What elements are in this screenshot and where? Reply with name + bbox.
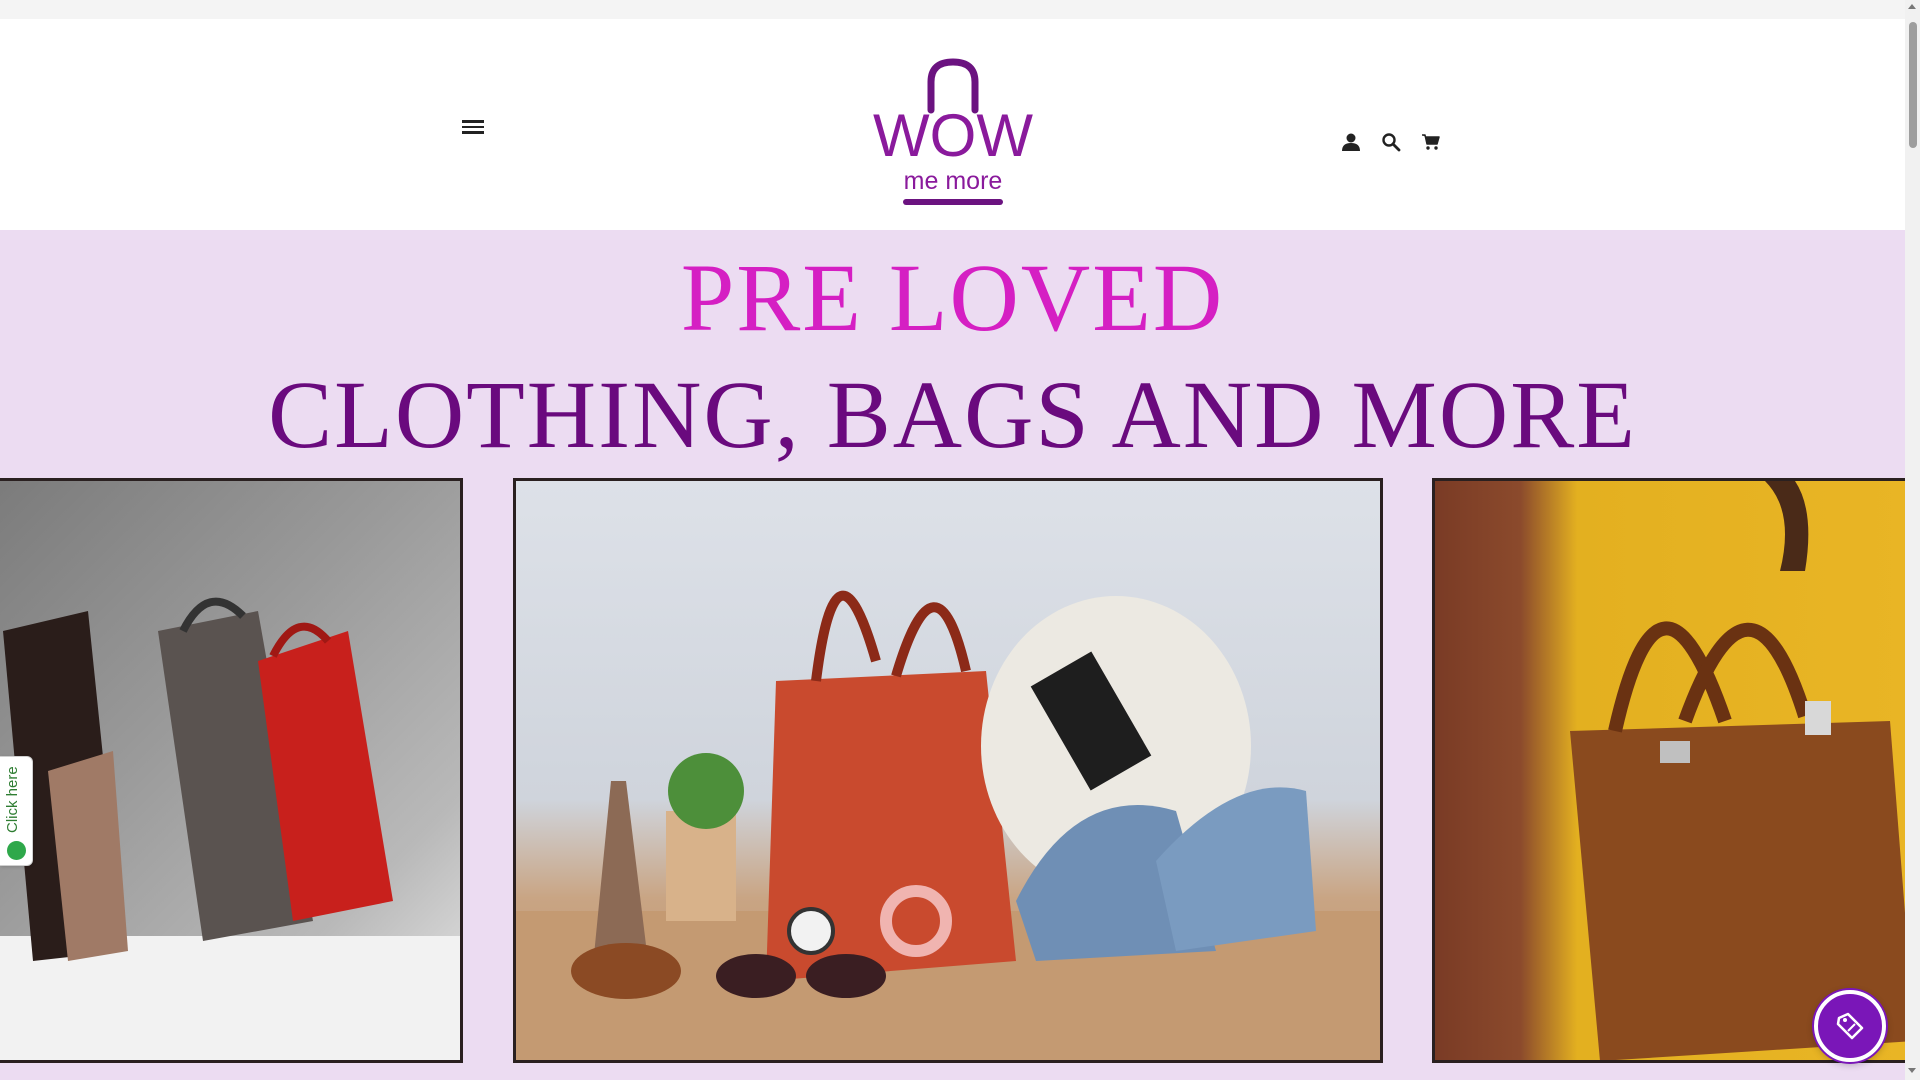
- scroll-down-arrow[interactable]: [1908, 1068, 1916, 1073]
- hero-title-line1: PRE LOVED: [680, 244, 1225, 351]
- whatsapp-label: Click here: [4, 766, 21, 833]
- hero-photo-suede-handbag: [1432, 478, 1905, 1063]
- whatsapp-icon: [7, 841, 26, 860]
- hero-title-line2: CLOTHING, BAGS AND MORE: [268, 361, 1637, 468]
- hero-photo-accessories: [513, 478, 1383, 1063]
- hero-photo-handbags-shelf: [0, 478, 463, 1063]
- site-logo[interactable]: WOW me more: [873, 54, 1033, 209]
- cart-icon[interactable]: [1420, 131, 1442, 153]
- search-icon[interactable]: [1380, 131, 1402, 153]
- hamburger-menu-icon[interactable]: [460, 117, 486, 139]
- whatsapp-chat-tab[interactable]: Click here: [0, 756, 33, 866]
- page-scrollbar[interactable]: [1905, 0, 1920, 1080]
- header-icons: [1340, 131, 1442, 153]
- top-strip: [0, 0, 1905, 19]
- logo-underline: [903, 199, 1003, 205]
- account-icon[interactable]: [1340, 131, 1362, 153]
- promo-badge-button[interactable]: [1814, 990, 1886, 1062]
- hero-banner[interactable]: PRE LOVED CLOTHING, BAGS AND MORE: [0, 230, 1905, 1080]
- discount-tag-icon: [1836, 1012, 1864, 1040]
- scroll-up-arrow[interactable]: [1908, 4, 1916, 9]
- logo-wordmark: WOW: [873, 102, 1033, 169]
- logo-subtitle: me more: [903, 167, 1003, 195]
- site-header: WOW me more: [0, 19, 1905, 230]
- scroll-thumb[interactable]: [1909, 22, 1917, 148]
